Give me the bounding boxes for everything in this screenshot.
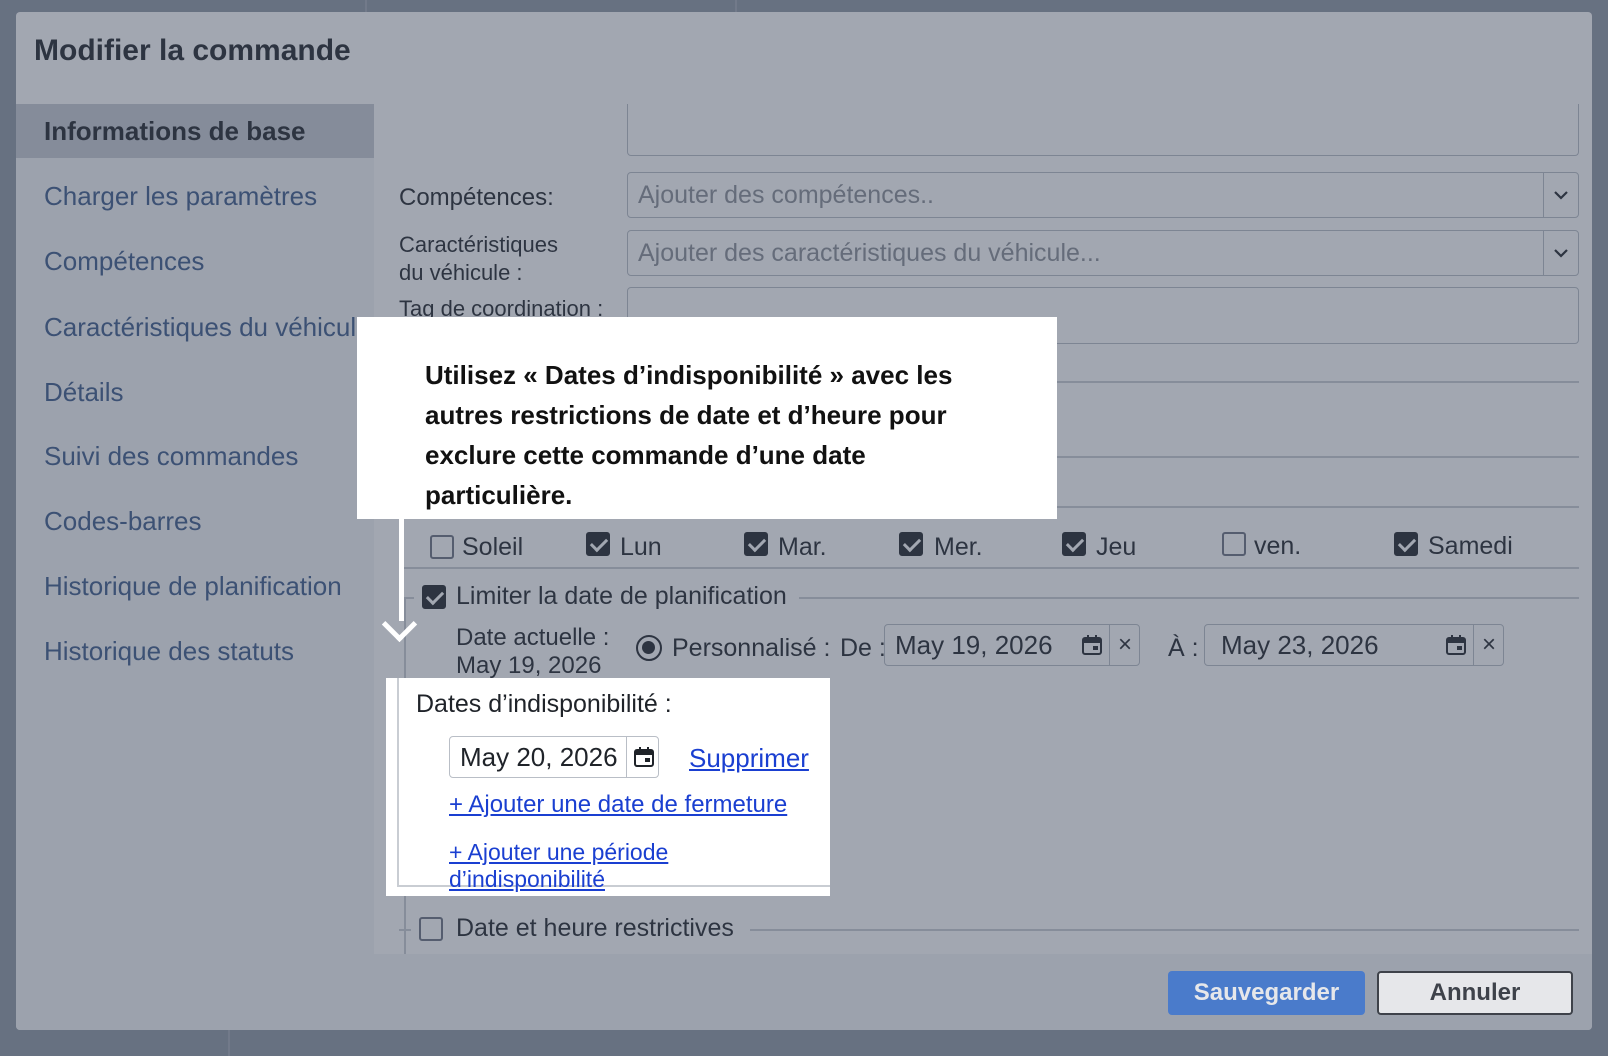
modal-title: Modifier la commande [34,34,351,67]
from-date-input[interactable]: May 19, 2026 × [884,624,1140,666]
restrictive-datetime-label: Date et heure restrictives [456,914,734,942]
sidebar-item-status-history[interactable]: Historique des statuts [16,624,374,678]
custom-radio[interactable] [636,635,662,661]
chevron-down-icon[interactable] [1543,231,1578,275]
limit-planning-date-checkbox[interactable] [422,585,446,609]
chevron-down-icon[interactable] [1543,173,1578,217]
save-button[interactable]: Sauvegarder [1168,971,1365,1015]
day-checkbox-sat[interactable] [1394,532,1418,556]
fieldset-border [404,597,414,599]
from-date-value: May 19, 2026 [895,630,1053,660]
day-checkbox-tue[interactable] [744,532,768,556]
fieldset-border [397,678,399,886]
restrictive-datetime-checkbox[interactable] [419,917,443,941]
vehicle-features-label-line1: Caractéristiques [399,232,558,257]
day-checkbox-thu[interactable] [1062,532,1086,556]
to-date-value: May 23, 2026 [1221,630,1379,660]
sidebar-item-basic-info[interactable]: Informations de base [16,104,374,158]
from-label: De : [840,634,886,662]
day-label-wed: Mer. [934,533,983,561]
sidebar-item-details[interactable]: Détails [16,365,374,419]
day-checkbox-sun[interactable] [430,535,454,559]
calendar-icon[interactable] [1439,625,1473,665]
to-date-input[interactable]: May 23, 2026 × [1204,624,1504,666]
skills-label: Compétences: [399,184,554,211]
background-divider [365,0,367,12]
sidebar-nav: Informations de base Charger les paramèt… [16,104,374,954]
skills-select[interactable]: Ajouter des compétences.. [627,172,1579,218]
section-divider [1054,456,1579,458]
unavailable-dates-highlight: Dates d’indisponibilité : May 20, 2026 S… [386,678,830,896]
background-divider [228,1030,230,1056]
unavailable-dates-label: Dates d’indisponibilité : [416,690,672,718]
vehicle-features-select[interactable]: Ajouter des caractéristiques du véhicule… [627,230,1579,276]
sidebar-item-barcodes[interactable]: Codes-barres [16,494,374,548]
current-date-value: May 19, 2026 [456,652,602,679]
add-unavailable-period-link[interactable]: + Ajouter une période d’indisponibilité [449,839,830,893]
unavailable-date-input[interactable]: May 20, 2026 [449,736,659,778]
day-label-tue: Mar. [778,533,827,561]
day-checkbox-mon[interactable] [586,532,610,556]
fieldset-border [799,597,1579,599]
section-divider [404,567,1579,569]
day-checkbox-wed[interactable] [899,532,923,556]
notes-textarea[interactable] [627,104,1579,156]
delete-unavailable-date-link[interactable]: Supprimer [689,743,809,774]
custom-label: Personnalisé : [672,634,831,662]
vehicle-features-label-line2: du véhicule : [399,260,523,285]
to-label: À : [1168,634,1199,662]
calendar-icon[interactable] [626,737,661,777]
tooltip-arrow-icon [399,519,404,621]
vehicle-features-placeholder: Ajouter des caractéristiques du véhicule… [638,239,1101,267]
day-checkbox-fri[interactable] [1222,532,1246,556]
section-divider [1054,381,1579,383]
sidebar-item-skills[interactable]: Compétences [16,234,374,288]
current-date-label: Date actuelle : [456,624,610,651]
sidebar-item-order-tracking[interactable]: Suivi des commandes [16,429,374,483]
add-closure-date-link[interactable]: + Ajouter une date de fermeture [449,791,787,819]
sidebar-item-vehicle-features[interactable]: Caractéristiques du véhicule [16,300,374,354]
calendar-icon[interactable] [1075,625,1109,665]
limit-planning-date-label: Limiter la date de planification [456,582,787,610]
tooltip-text: Utilisez « Dates d’indisponibilité » ave… [425,360,953,510]
clear-to-date-icon[interactable]: × [1473,625,1504,665]
section-divider [1054,506,1579,508]
day-label-mon: Lun [620,533,662,561]
day-label-thu: Jeu [1096,533,1137,561]
day-label-fri: ven. [1254,532,1302,560]
unavailable-date-value: May 20, 2026 [460,742,618,772]
day-label-sat: Samedi [1428,532,1513,560]
sidebar-item-planning-history[interactable]: Historique de planification [16,559,374,613]
clear-from-date-icon[interactable]: × [1109,625,1140,665]
sidebar-item-load-parameters[interactable]: Charger les paramètres [16,169,374,223]
day-label-sun: Soleil [462,533,524,561]
background-divider [735,0,737,12]
fieldset-border [750,929,1579,931]
skills-placeholder: Ajouter des compétences.. [638,181,934,209]
cancel-button[interactable]: Annuler [1377,971,1573,1015]
fieldset-border [399,929,411,931]
tooltip-callout: Utilisez « Dates d’indisponibilité » ave… [357,317,1057,519]
